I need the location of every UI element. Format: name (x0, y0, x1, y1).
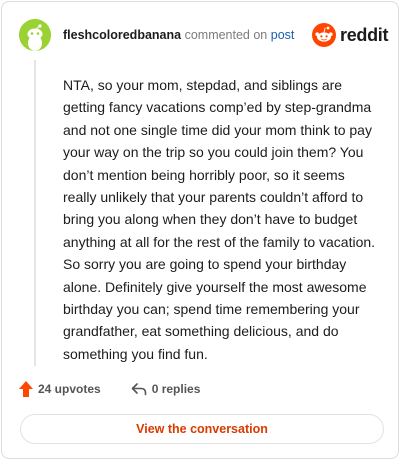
upvote-count: 24 upvotes (38, 382, 101, 396)
action-text: commented on (184, 28, 268, 42)
comment-card: fleshcoloredbanana commented on post red… (1, 1, 399, 459)
avatar-icon (19, 19, 51, 51)
comment-actions: 24 upvotes 0 replies (19, 379, 200, 399)
comment-body: NTA, so your mom, stepdad, and siblings … (63, 77, 376, 362)
upvote-button[interactable]: 24 upvotes (19, 381, 101, 397)
reply-button[interactable]: 0 replies (131, 382, 201, 396)
reply-icon (131, 383, 147, 396)
post-link[interactable]: post (271, 28, 295, 42)
view-conversation-button[interactable]: View the conversation (20, 414, 384, 444)
view-conversation-label: View the conversation (136, 422, 268, 436)
upvote-icon (19, 381, 33, 397)
avatar[interactable] (19, 19, 51, 51)
thread-line (34, 60, 36, 366)
reddit-logo[interactable]: reddit (312, 22, 389, 48)
comment-header: fleshcoloredbanana commented on post (63, 28, 294, 42)
reply-count: 0 replies (151, 382, 201, 396)
username-link[interactable]: fleshcoloredbanana (63, 28, 181, 42)
reddit-logo-icon (312, 23, 336, 47)
reddit-wordmark: reddit (340, 24, 389, 45)
